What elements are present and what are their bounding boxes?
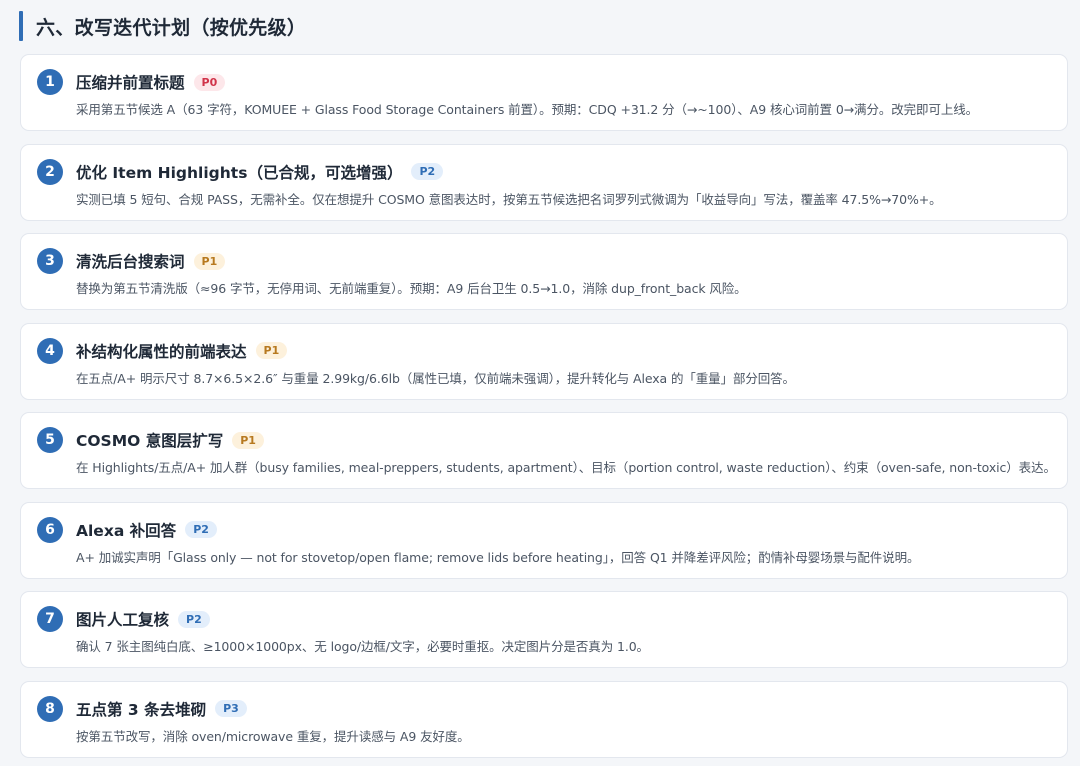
plan-item-card: 6 Alexa 补回答 P2 A+ 加诚实声明「Glass only — not fo… xyxy=(20,501,1068,579)
plan-item-card: 1 压缩并前置标题 P0 采用第五节候选 A（63 字符，KOMUEE + Glass… xyxy=(20,54,1068,131)
step-number-badge: 5 xyxy=(37,427,63,453)
priority-badge: P1 xyxy=(193,252,226,270)
priority-badge: P3 xyxy=(215,700,247,717)
plan-item-description: 在 Highlights/五点/A+ 加人群（busy families, me… xyxy=(76,460,1056,475)
step-number-badge: 1 xyxy=(37,69,63,95)
step-number-badge: 2 xyxy=(37,158,63,185)
priority-badge: P2 xyxy=(178,610,210,628)
step-number-badge: 8 xyxy=(37,695,63,722)
plan-item-title: COSMO 意图层扩写 xyxy=(76,432,224,450)
plan-item-title: Alexa 补回答 xyxy=(76,521,177,540)
plan-item-header: Alexa 补回答 P2 xyxy=(76,518,217,542)
step-number-badge: 3 xyxy=(37,248,63,274)
plan-item-title: 压缩并前置标题 xyxy=(76,74,185,92)
plan-item-title: 补结构化属性的前端表达 xyxy=(76,342,247,361)
plan-item-description: A+ 加诚实声明「Glass only — not for stovetop/o… xyxy=(76,549,920,565)
plan-item-description: 按第五节改写，消除 oven/microwave 重复，提升读感与 A9 友好度… xyxy=(76,728,470,744)
plan-item-description: 替换为第五节清洗版（≈96 字节，无停用词、无前端重复）。预期：A9 后台卫生 … xyxy=(76,281,747,296)
step-number-badge: 6 xyxy=(37,516,63,543)
plan-item-header: 五点第 3 条去堆砌 P3 xyxy=(76,697,247,721)
priority-badge: P1 xyxy=(255,342,288,359)
plan-item-header: COSMO 意图层扩写 P1 xyxy=(76,428,264,452)
plan-item-card: 7 图片人工复核 P2 确认 7 张主图纯白底、≥1000×1000px、无 logo… xyxy=(20,591,1068,668)
plan-item-card: 5 COSMO 意图层扩写 P1 在 Highlights/五点/A+ 加人群（bus… xyxy=(20,412,1068,489)
plan-item-title: 清洗后台搜索词 xyxy=(76,253,185,271)
plan-item-description: 确认 7 张主图纯白底、≥1000×1000px、无 logo/边框/文字，必要… xyxy=(76,639,649,654)
plan-item-header: 压缩并前置标题 P0 xyxy=(76,70,226,94)
plan-item-title: 五点第 3 条去堆砌 xyxy=(76,700,207,719)
section-accent-bar xyxy=(19,11,23,41)
plan-item-header: 补结构化属性的前端表达 P1 xyxy=(76,339,288,363)
step-number-badge: 4 xyxy=(37,337,63,364)
section-header: 六、改写迭代计划（按优先级） xyxy=(19,10,306,42)
priority-badge: P2 xyxy=(185,521,217,538)
plan-item-description: 实测已填 5 短句、合规 PASS，无需补全。仅在想提升 COSMO 意图表达时… xyxy=(76,191,942,207)
section-title: 六、改写迭代计划（按优先级） xyxy=(36,16,307,39)
priority-badge: P1 xyxy=(232,431,264,449)
plan-item-card: 4 补结构化属性的前端表达 P1 在五点/A+ 明示尺寸 8.7×6.5×2.6″ 与… xyxy=(20,322,1068,400)
plan-item-header: 清洗后台搜索词 P1 xyxy=(76,249,226,273)
plan-item-card: 8 五点第 3 条去堆砌 P3 按第五节改写，消除 oven/microwave 重复… xyxy=(20,680,1068,758)
plan-item-description: 在五点/A+ 明示尺寸 8.7×6.5×2.6″ 与重量 2.99kg/6.6l… xyxy=(76,370,795,386)
priority-badge: P0 xyxy=(193,73,226,91)
step-number-badge: 7 xyxy=(37,606,63,632)
plan-item-title: 图片人工复核 xyxy=(76,611,170,629)
plan-item-card: 2 优化 Item Highlights（已合规，可选增强） P2 实测已填 5 短句… xyxy=(20,143,1068,221)
plan-item-header: 图片人工复核 P2 xyxy=(76,607,210,631)
plan-item-title: 优化 Item Highlights（已合规，可选增强） xyxy=(76,163,403,182)
priority-badge: P2 xyxy=(411,163,444,180)
plan-item-description: 采用第五节候选 A（63 字符，KOMUEE + Glass Food Stor… xyxy=(76,102,979,117)
plan-item-card: 3 清洗后台搜索词 P1 替换为第五节清洗版（≈96 字节，无停用词、无前端重复）。预… xyxy=(20,233,1068,310)
plan-item-header: 优化 Item Highlights（已合规，可选增强） P2 xyxy=(76,160,444,184)
